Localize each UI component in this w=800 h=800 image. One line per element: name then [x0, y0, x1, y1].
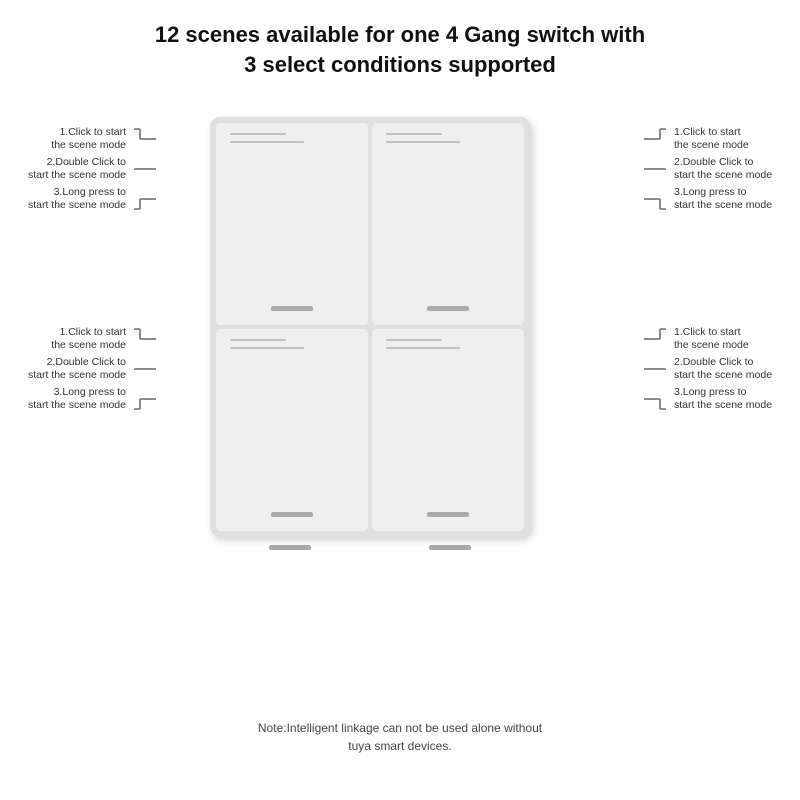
right-top-bracket-3 — [642, 185, 670, 213]
left-top-bracket-3 — [130, 185, 158, 213]
line2-tl — [230, 141, 304, 143]
right-top-label-3-text: 3.Long press tostart the scene mode — [670, 186, 780, 213]
left-bottom-label-2-text: 2.Double Click tostart the scene mode — [20, 356, 130, 383]
right-bottom-labels: 1.Click to startthe scene mode 2.Double … — [642, 325, 780, 413]
switch-button-bl[interactable] — [216, 329, 368, 531]
indicator-bl — [271, 512, 313, 517]
right-top-bracket-2 — [642, 155, 670, 183]
left-bottom-label-3: 3.Long press tostart the scene mode — [20, 385, 158, 413]
right-bottom-label-2-text: 2.Double Click tostart the scene mode — [670, 356, 780, 383]
line2-br — [386, 347, 460, 349]
line2-tr — [386, 141, 460, 143]
switch-button-tr[interactable] — [372, 123, 524, 325]
bottom-indicators — [210, 545, 530, 550]
right-top-label-3: 3.Long press tostart the scene mode — [642, 185, 780, 213]
right-bottom-label-3-text: 3.Long press tostart the scene mode — [670, 386, 780, 413]
left-bottom-label-1-text: 1.Click to startthe scene mode — [20, 326, 130, 353]
button-lines-tr — [386, 133, 510, 143]
page: 12 scenes available for one 4 Gang switc… — [0, 0, 800, 800]
left-bottom-label-3-text: 3.Long press tostart the scene mode — [20, 386, 130, 413]
left-bottom-bracket-3 — [130, 385, 158, 413]
indicator-tl — [271, 306, 313, 311]
left-top-label-3-text: 3.Long press tostart the scene mode — [20, 186, 130, 213]
title-line2: 3 select conditions supported — [244, 52, 556, 77]
left-top-label-2-text: 2.Double Click tostart the scene mode — [20, 156, 130, 183]
right-bottom-bracket-1 — [642, 325, 670, 353]
switch-button-tl[interactable] — [216, 123, 368, 325]
note-text: Note:Intelligent linkage can not be used… — [258, 719, 542, 755]
button-lines-tl — [230, 133, 354, 143]
left-top-bracket-2 — [130, 155, 158, 183]
button-lines-bl — [230, 339, 354, 349]
right-bottom-label-1: 1.Click to startthe scene mode — [642, 325, 780, 353]
line1-tr — [386, 133, 442, 135]
note-content: Note:Intelligent linkage can not be used… — [258, 721, 542, 753]
right-bottom-label-2: 2.Double Click tostart the scene mode — [642, 355, 780, 383]
left-bottom-bracket-2 — [130, 355, 158, 383]
bottom-indicator-right — [429, 545, 471, 550]
right-bottom-bracket-3 — [642, 385, 670, 413]
left-bottom-bracket-1 — [130, 325, 158, 353]
left-top-label-1: 1.Click to startthe scene mode — [20, 125, 158, 153]
right-top-label-1-text: 1.Click to startthe scene mode — [670, 126, 780, 153]
right-top-labels: 1.Click to startthe scene mode 2.Double … — [642, 125, 780, 213]
right-top-bracket-1 — [642, 125, 670, 153]
left-bottom-label-1: 1.Click to startthe scene mode — [20, 325, 158, 353]
line1-br — [386, 339, 442, 341]
line1-bl — [230, 339, 286, 341]
indicator-br — [427, 512, 469, 517]
left-top-labels: 1.Click to startthe scene mode 2.Double … — [20, 125, 158, 213]
switch-button-br[interactable] — [372, 329, 524, 531]
line2-bl — [230, 347, 304, 349]
title-line1: 12 scenes available for one 4 Gang switc… — [155, 22, 645, 47]
right-top-label-2-text: 2.Double Click tostart the scene mode — [670, 156, 780, 183]
left-bottom-labels: 1.Click to startthe scene mode 2.Double … — [20, 325, 158, 413]
right-bottom-label-1-text: 1.Click to startthe scene mode — [670, 326, 780, 353]
indicator-tr — [427, 306, 469, 311]
left-bottom-label-2: 2.Double Click tostart the scene mode — [20, 355, 158, 383]
bottom-indicator-left — [269, 545, 311, 550]
line1-tl — [230, 133, 286, 135]
switch-panel — [210, 117, 530, 537]
right-top-label-2: 2.Double Click tostart the scene mode — [642, 155, 780, 183]
right-bottom-label-3: 3.Long press tostart the scene mode — [642, 385, 780, 413]
right-top-label-1: 1.Click to startthe scene mode — [642, 125, 780, 153]
left-top-label-2: 2.Double Click tostart the scene mode — [20, 155, 158, 183]
diagram-container: 1.Click to startthe scene mode 2.Double … — [20, 97, 780, 707]
left-top-bracket-1 — [130, 125, 158, 153]
left-top-label-1-text: 1.Click to startthe scene mode — [20, 126, 130, 153]
page-title: 12 scenes available for one 4 Gang switc… — [155, 20, 645, 79]
left-top-label-3: 3.Long press tostart the scene mode — [20, 185, 158, 213]
button-lines-br — [386, 339, 510, 349]
right-bottom-bracket-2 — [642, 355, 670, 383]
